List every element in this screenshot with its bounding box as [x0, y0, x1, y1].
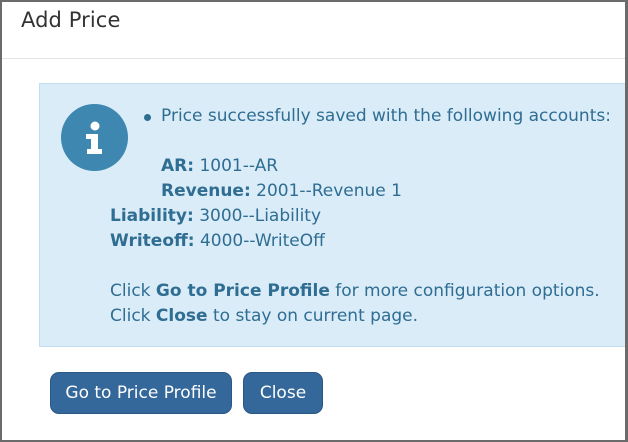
hint-strong: Go to Price Profile — [155, 281, 330, 301]
dialog-title: Add Price — [21, 8, 121, 32]
account-label: Revenue: — [161, 181, 251, 201]
account-value: 4000--WriteOff — [199, 231, 325, 251]
account-row-revenue: Revenue: 2001--Revenue 1 — [161, 179, 402, 204]
account-label: Liability: — [110, 206, 194, 226]
hint-close: Click Close to stay on current page. — [110, 304, 418, 329]
success-message: Price successfully saved with the follow… — [161, 106, 611, 126]
hint-prefix: Click — [110, 306, 151, 326]
go-to-price-profile-button[interactable]: Go to Price Profile — [50, 372, 232, 414]
info-icon — [61, 104, 128, 171]
account-row-liability: Liability: 3000--Liability — [110, 204, 321, 229]
account-row-writeoff: Writeoff: 4000--WriteOff — [110, 229, 325, 254]
account-label: Writeoff: — [110, 231, 195, 251]
account-value: 3000--Liability — [199, 206, 322, 226]
account-value: 1001--AR — [199, 156, 279, 176]
hint-suffix: for more configuration options. — [335, 281, 600, 301]
account-row-ar: AR: 1001--AR — [161, 154, 278, 179]
hint-go-to-profile: Click Go to Price Profile for more confi… — [110, 279, 600, 304]
hint-prefix: Click — [110, 281, 151, 301]
account-value: 2001--Revenue 1 — [256, 181, 402, 201]
hint-strong: Close — [155, 306, 208, 326]
account-label: AR: — [161, 156, 195, 176]
add-price-dialog: Add Price Price successfully saved with … — [0, 0, 628, 442]
bullet-marker — [144, 114, 151, 121]
close-button[interactable]: Close — [243, 372, 323, 414]
success-alert: Price successfully saved with the follow… — [39, 83, 625, 347]
dialog-header: Add Price — [2, 2, 625, 59]
hint-suffix: to stay on current page. — [212, 306, 419, 326]
